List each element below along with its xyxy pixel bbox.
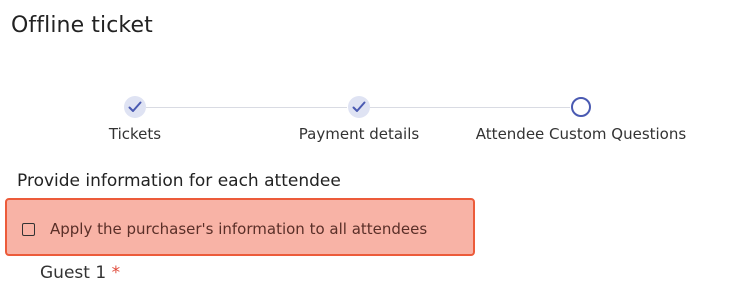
apply-purchaser-info-option[interactable]: Apply the purchaser's information to all… <box>5 198 475 256</box>
step-tickets-complete-indicator[interactable] <box>124 96 146 118</box>
checkmark-icon <box>128 101 142 112</box>
guest-field-label-text: Guest 1 <box>40 263 107 283</box>
step-questions-current-indicator[interactable] <box>571 97 591 117</box>
section-heading: Provide information for each attendee <box>17 171 341 191</box>
step-label-attendee-questions[interactable]: Attendee Custom Questions <box>476 125 686 143</box>
step-payment-complete-indicator[interactable] <box>348 96 370 118</box>
step-label-tickets[interactable]: Tickets <box>109 125 161 143</box>
guest-field-label: Guest 1 * <box>40 263 120 283</box>
required-asterisk: * <box>111 263 121 283</box>
apply-purchaser-info-checkbox[interactable] <box>22 223 35 236</box>
step-label-payment-details[interactable]: Payment details <box>299 125 419 143</box>
step-connector <box>370 107 570 108</box>
apply-purchaser-info-label[interactable]: Apply the purchaser's information to all… <box>50 220 427 238</box>
progress-stepper: Tickets Payment details Attendee Custom … <box>0 0 740 150</box>
checkmark-icon <box>352 101 366 112</box>
step-connector <box>146 107 347 108</box>
